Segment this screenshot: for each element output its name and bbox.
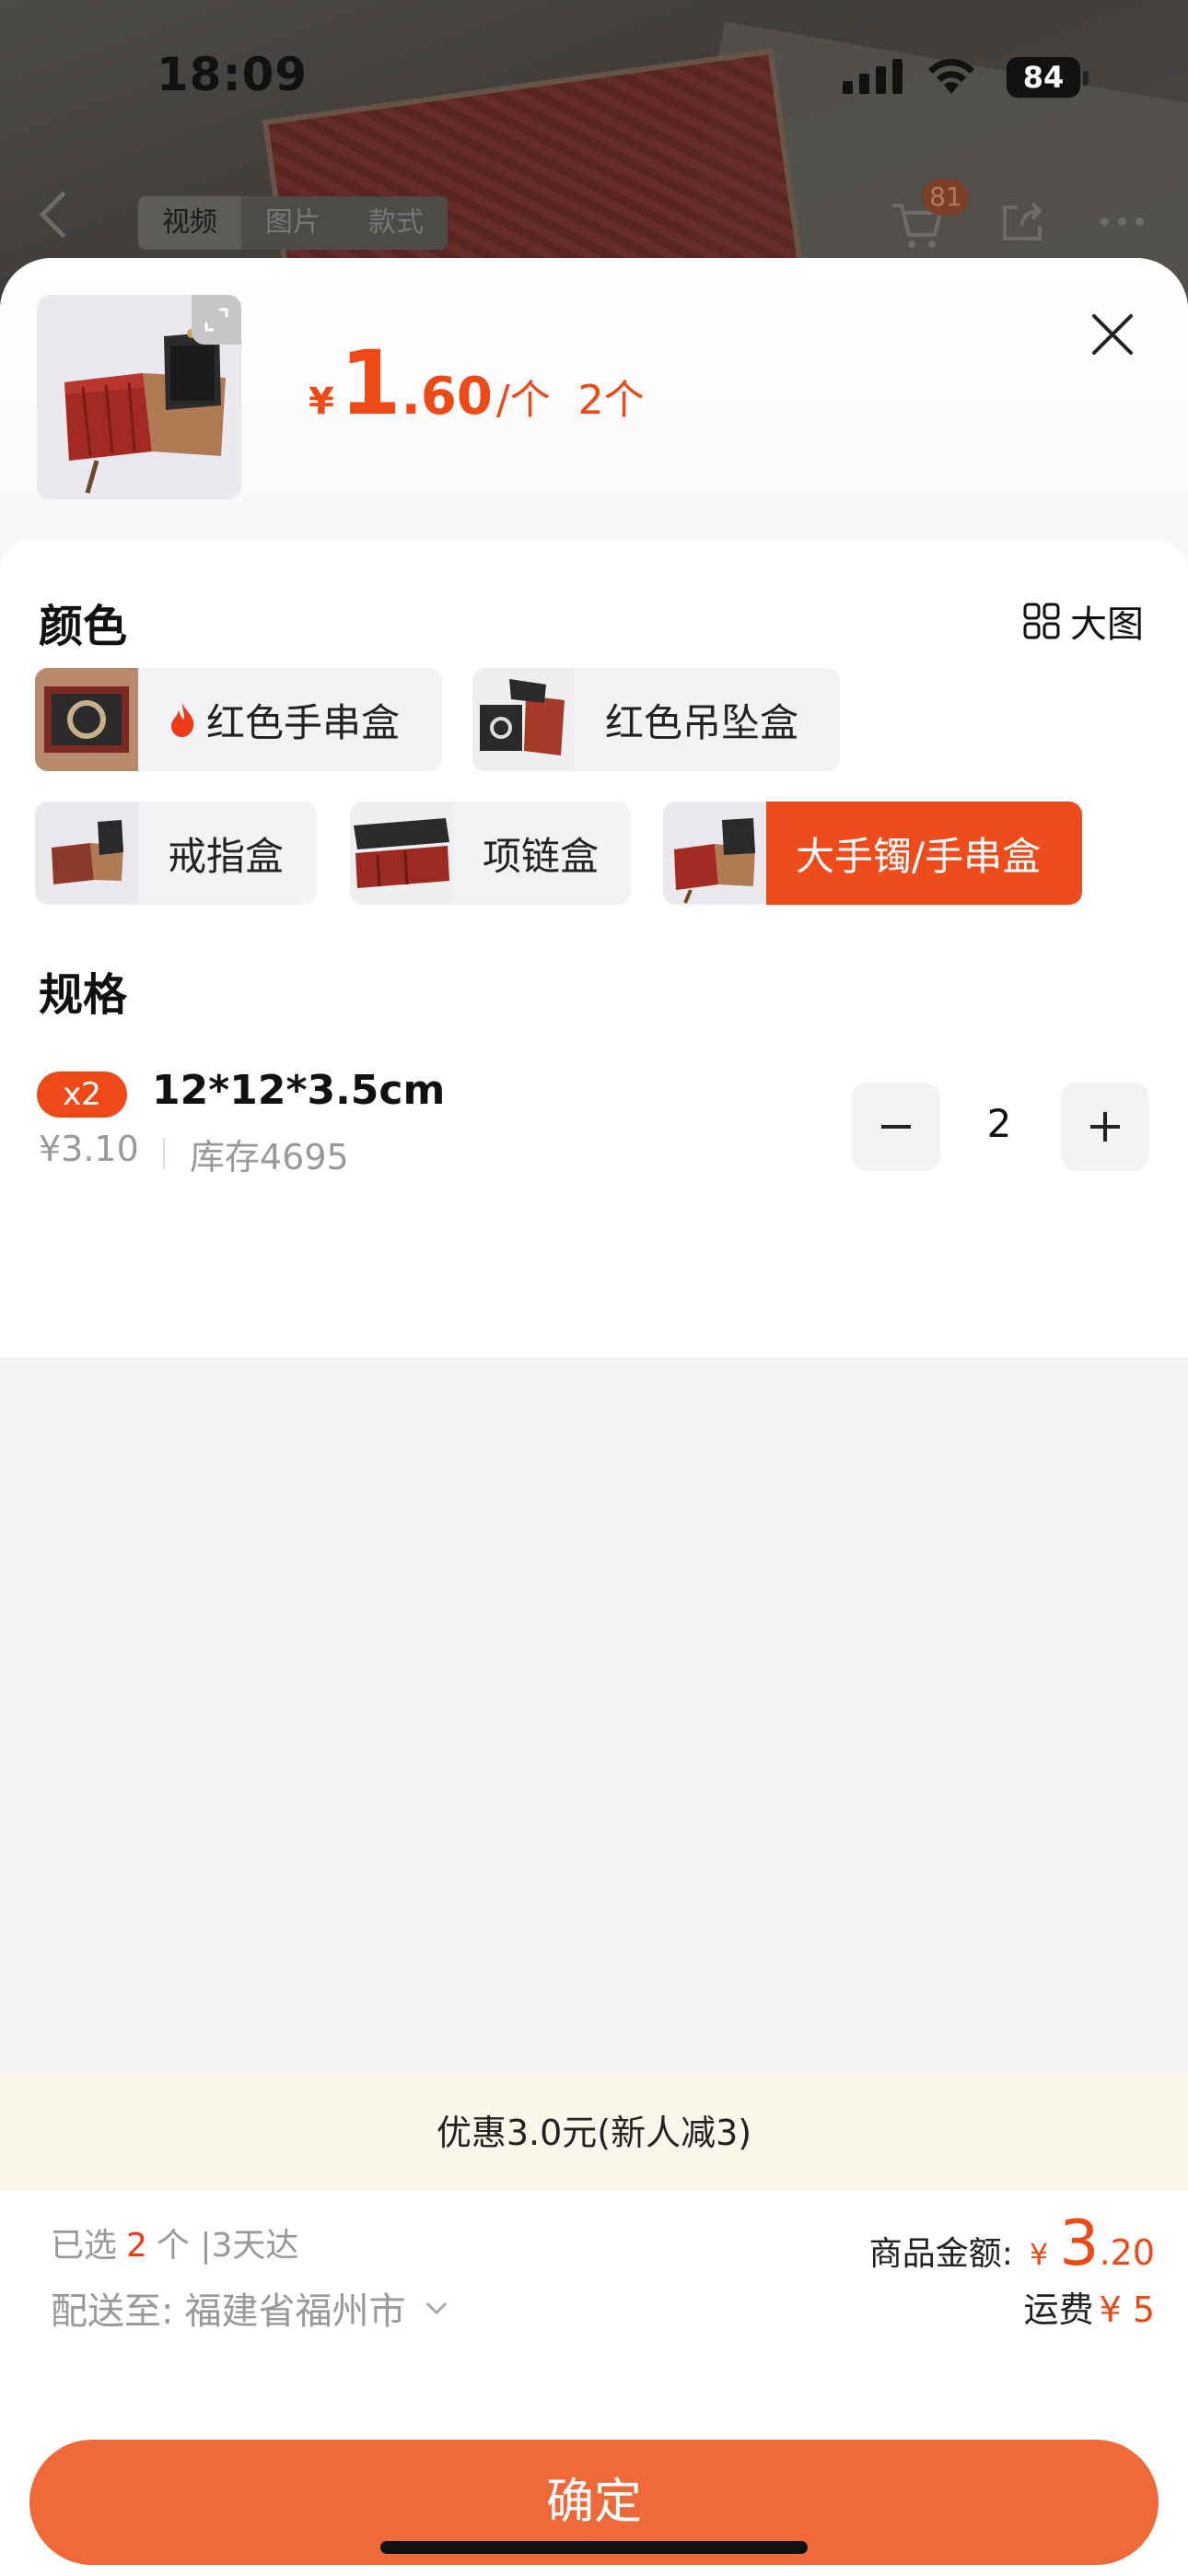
shipping-destination[interactable]: 配送至: 福建省福州市: [51, 2281, 448, 2335]
quantity-badge: x2: [37, 1071, 127, 1118]
tab-styles[interactable]: 款式: [344, 196, 448, 250]
chevron-down-icon: [426, 2293, 448, 2315]
fee-value: ¥ 5: [1099, 2289, 1155, 2330]
cellular-signal-icon: [843, 59, 903, 94]
tab-images[interactable]: 图片: [241, 196, 344, 250]
total-decimal: .20: [1099, 2232, 1155, 2273]
selected-prefix: 已选: [51, 2227, 118, 2265]
status-time: 18:09: [157, 48, 309, 101]
ship-label: 配送至:: [51, 2290, 174, 2333]
more-icon[interactable]: [1101, 217, 1144, 226]
spec-name: 12*12*3.5cm: [152, 1067, 446, 1114]
ship-location: 福建省福州市: [184, 2290, 406, 2333]
wifi-icon: [928, 59, 974, 94]
price-currency: ¥: [309, 381, 334, 423]
checkout-footer: 已选 2 个 |3天达 配送至: 福建省福州市 商品金额: ¥ 3 .20 运费 ¥ …: [0, 2191, 1188, 2576]
media-tabs: 视频 图片 款式: [138, 196, 448, 250]
selected-count: 2: [126, 2227, 147, 2265]
big-image-label: 大图: [1070, 603, 1144, 646]
color-option-necklace-box[interactable]: 项链盒: [350, 802, 631, 905]
increment-button[interactable]: [1061, 1083, 1149, 1171]
close-icon[interactable]: [1087, 309, 1138, 360]
battery-indicator: 84: [1007, 57, 1080, 98]
grid-icon: [1023, 603, 1060, 639]
option-thumbnail: [663, 802, 766, 905]
options-panel: 颜色 大图 红色手串盒 红色吊坠盒 戒指盒 项链盒 大手镯/手串盒 规格: [0, 539, 1188, 1357]
option-label: 红色手串盒: [206, 699, 401, 745]
color-section-title: 颜色: [39, 601, 128, 652]
option-label: 红色吊坠盒: [605, 699, 799, 745]
price-decimal: .60: [401, 367, 493, 427]
minus-icon: [881, 1125, 911, 1129]
unit-price: ¥ 1 .60 /个 2个: [309, 332, 645, 435]
divider: [163, 1138, 165, 1169]
color-option-red-bracelet-box[interactable]: 红色手串盒: [35, 668, 442, 771]
fee-label: 运费: [1023, 2289, 1094, 2330]
color-option-red-pendant-box[interactable]: 红色吊坠盒: [472, 668, 840, 771]
total-integer: 3: [1059, 2207, 1100, 2280]
quantity-value[interactable]: 2: [967, 1101, 1031, 1146]
total-label: 商品金额:: [868, 2235, 1013, 2273]
selection-summary: 已选 2 个 |3天达: [51, 2219, 298, 2266]
spec-section-title: 规格: [39, 969, 128, 1021]
sku-selector-sheet: ¥ 1 .60 /个 2个 颜色 大图 红色手串盒 红色吊坠盒 戒指盒 项链盒 …: [0, 258, 1188, 2576]
option-thumbnail: [350, 802, 453, 905]
option-thumbnail: [472, 668, 576, 771]
total-currency: ¥: [1029, 2237, 1049, 2272]
total-amount: 商品金额: ¥ 3 .20: [869, 2207, 1155, 2280]
product-thumbnail[interactable]: [37, 295, 241, 499]
option-thumbnail: [35, 802, 138, 905]
selected-suffix: 个 |3天达: [156, 2227, 299, 2265]
tab-video[interactable]: 视频: [138, 196, 241, 250]
home-indicator[interactable]: [380, 2541, 808, 2554]
price-unit: /个: [495, 377, 551, 424]
color-option-ring-box[interactable]: 戒指盒: [35, 802, 317, 905]
battery-tip: [1083, 71, 1089, 86]
spec-price: ¥3.10: [39, 1129, 139, 1169]
decrement-button[interactable]: [852, 1083, 940, 1171]
plus-icon: [1090, 1112, 1120, 1142]
big-image-toggle[interactable]: 大图: [1022, 594, 1144, 648]
option-label: 戒指盒: [168, 833, 285, 879]
price-integer: 1: [339, 332, 402, 435]
share-icon[interactable]: [999, 198, 1045, 244]
selected-quantity: 2个: [577, 377, 645, 424]
spec-stock: 库存4695: [190, 1137, 349, 1177]
shipping-fee: 运费 ¥ 5: [1024, 2281, 1155, 2332]
hot-flame-icon: [171, 703, 194, 737]
expand-icon[interactable]: [192, 295, 241, 345]
option-label: 项链盒: [483, 833, 600, 879]
option-thumbnail: [35, 668, 138, 771]
cart-count-badge: 81: [923, 179, 969, 216]
color-option-large-bangle-box[interactable]: 大手镯/手串盒: [663, 802, 1082, 905]
promo-banner: 优惠3.0元(新人减3): [0, 2075, 1188, 2191]
option-label: 大手镯/手串盒: [796, 833, 1042, 879]
